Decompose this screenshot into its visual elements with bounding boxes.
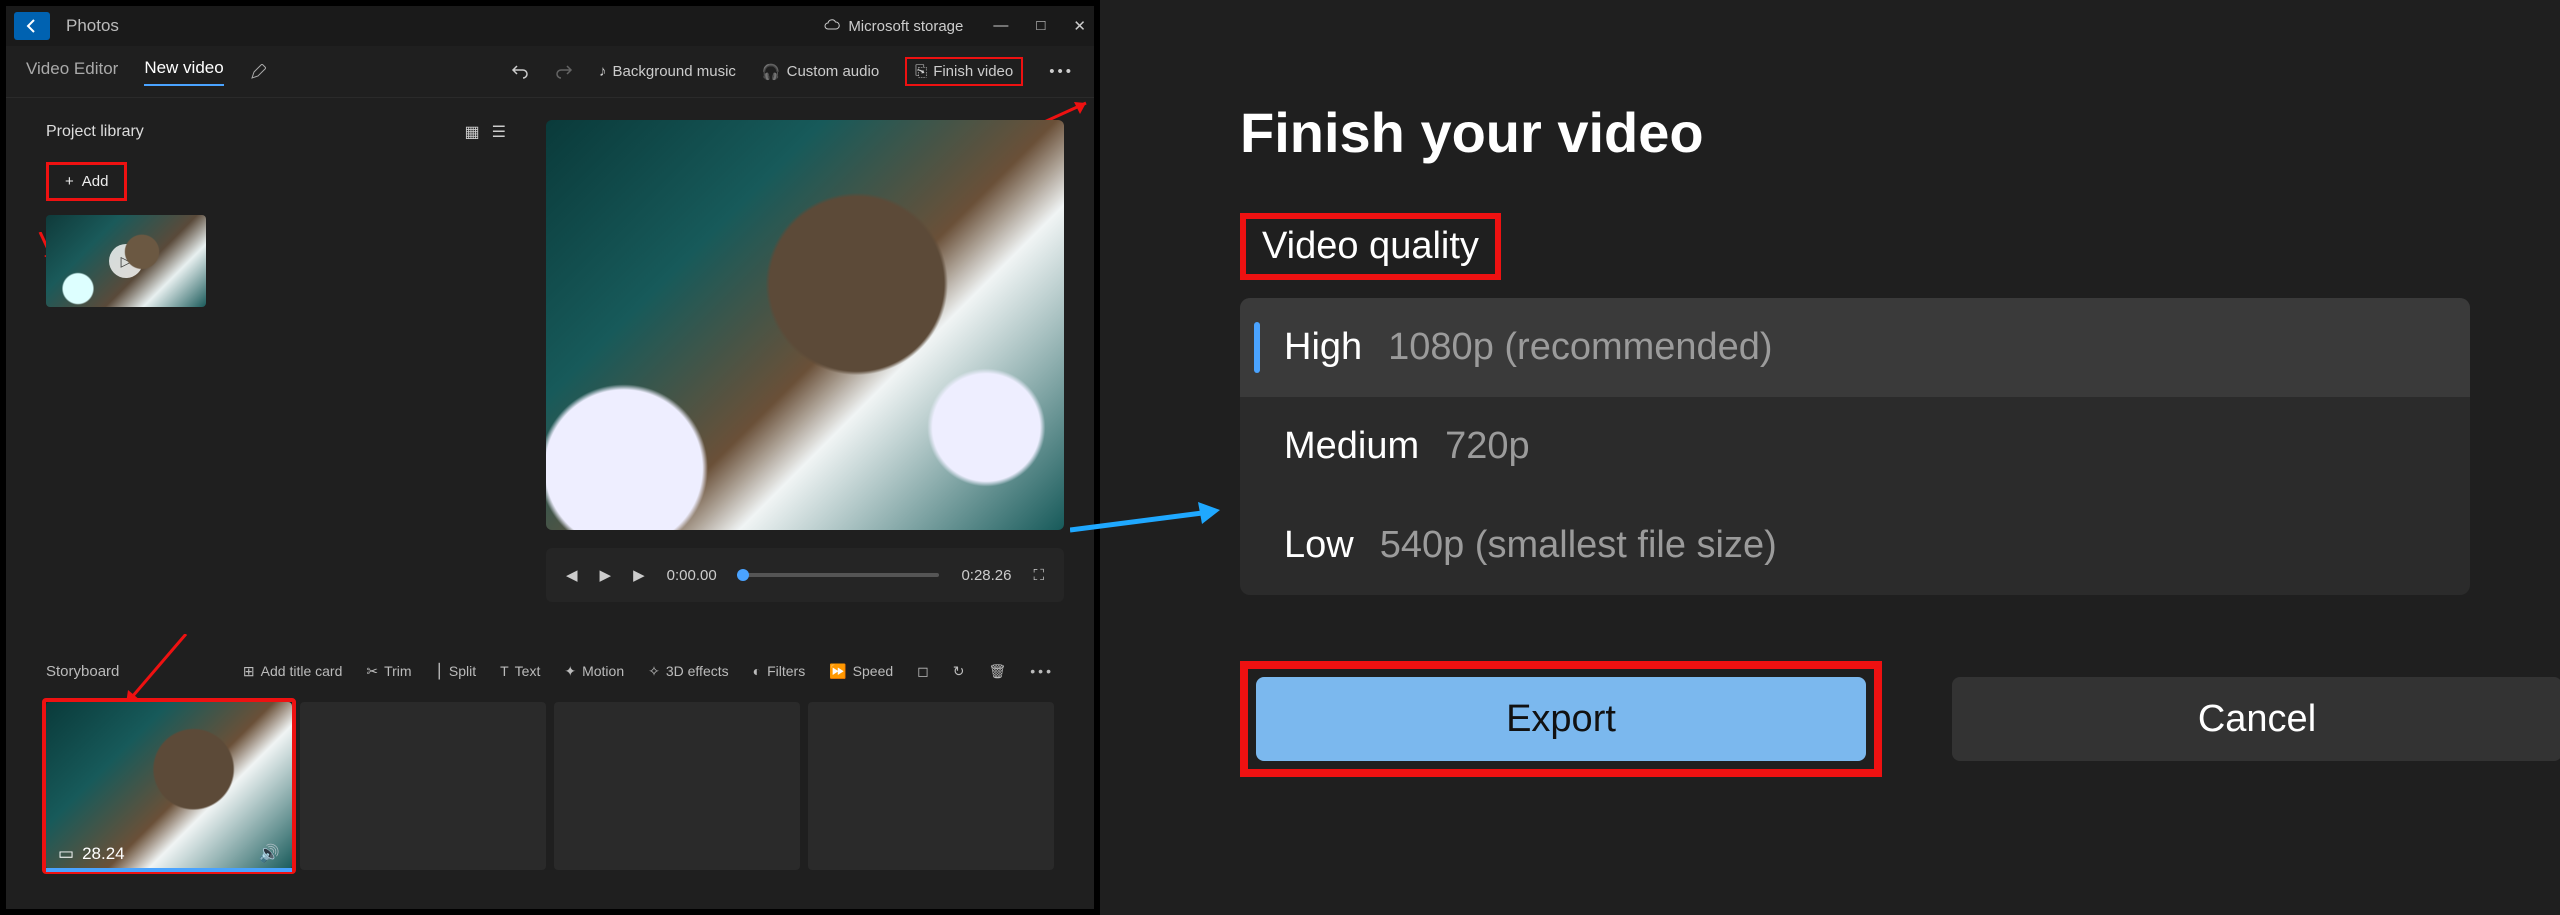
background-music-button[interactable]: ♪Background music (599, 63, 736, 80)
finish-video-button[interactable]: ⎘Finish video (905, 57, 1023, 86)
tab-bar: Video Editor New video ♪Background music… (6, 46, 1094, 98)
volume-icon[interactable]: 🔊 (259, 844, 280, 864)
time-current: 0:00.00 (667, 567, 717, 584)
rename-icon[interactable] (250, 64, 266, 80)
split-button[interactable]: ⎮ Split (436, 663, 477, 680)
rotate-button[interactable]: ↻ (953, 663, 965, 680)
storyboard-empty-slot[interactable] (300, 702, 546, 870)
quality-option-medium[interactable]: Medium 720p (1240, 397, 2470, 496)
plus-icon: + (65, 173, 74, 190)
storyboard-toolbar: Storyboard ⊞ Add title card ✂ Trim ⎮ Spl… (6, 648, 1094, 694)
play-button[interactable]: ▶ (600, 566, 612, 584)
player-controls: ◀ ▶ ▶ 0:00.00 0:28.26 ⛶ (546, 548, 1064, 602)
photos-video-editor: Photos Microsoft storage — □ ✕ Video Edi… (0, 0, 1100, 915)
add-title-card-button[interactable]: ⊞ Add title card (243, 663, 342, 680)
titlebar: Photos Microsoft storage — □ ✕ (6, 6, 1094, 46)
cloud-icon (824, 18, 840, 34)
fullscreen-button[interactable]: ⛶ (1033, 567, 1044, 584)
library-clip-thumbnail[interactable]: ▷ (46, 215, 206, 307)
delete-button[interactable]: 🗑 (989, 663, 1007, 680)
motion-button[interactable]: ✦ Motion (564, 663, 624, 680)
grid-view-icon[interactable]: ▦ (465, 122, 480, 142)
more-button[interactable]: ••• (1049, 63, 1074, 80)
trim-button[interactable]: ✂ Trim (366, 663, 411, 680)
quality-option-high[interactable]: High 1080p (recommended) (1240, 298, 2470, 397)
play-icon: ▷ (109, 244, 143, 278)
storyboard-clip[interactable]: ▭ 28.24 🔊 (46, 702, 292, 870)
text-button[interactable]: T Text (500, 663, 540, 679)
back-button[interactable] (14, 12, 50, 40)
video-quality-label: Video quality (1246, 219, 1495, 274)
storyboard-label: Storyboard (46, 663, 119, 680)
cancel-button[interactable]: Cancel (1952, 677, 2560, 761)
dialog-title: Finish your video (1240, 100, 2560, 165)
annotation-arrow-icon (1070, 500, 1230, 540)
clip-duration: 28.24 (82, 844, 125, 864)
list-view-icon[interactable]: ☰ (492, 122, 506, 142)
finish-video-dialog: Finish your video Video quality High 108… (1100, 0, 2560, 915)
project-library-panel: Project library ▦ ☰ + Add ▷ (6, 98, 546, 648)
storyboard-empty-slot[interactable] (808, 702, 1054, 870)
quality-option-low[interactable]: Low 540p (smallest file size) (1240, 496, 2470, 595)
aspect-icon: ▭ (58, 844, 74, 864)
storage-indicator[interactable]: Microsoft storage (824, 18, 963, 35)
preview-panel: ◀ ▶ ▶ 0:00.00 0:28.26 ⛶ (546, 98, 1094, 648)
undo-button[interactable] (511, 63, 529, 81)
project-library-title: Project library (46, 123, 144, 141)
quality-options-list: High 1080p (recommended) Medium 720p Low… (1240, 298, 2470, 595)
storyboard-more-button[interactable]: ••• (1030, 663, 1054, 679)
crop-button[interactable]: ◻ (917, 663, 929, 680)
seek-bar[interactable] (739, 573, 940, 577)
prev-frame-button[interactable]: ◀ (566, 566, 578, 584)
add-media-button[interactable]: + Add (51, 167, 122, 196)
redo-button[interactable] (555, 63, 573, 81)
tab-video-editor[interactable]: Video Editor (26, 59, 118, 85)
minimize-button[interactable]: — (993, 17, 1008, 35)
arrow-left-icon (24, 18, 40, 34)
app-title: Photos (66, 16, 119, 36)
3d-effects-button[interactable]: ✧ 3D effects (648, 663, 729, 680)
maximize-button[interactable]: □ (1036, 17, 1045, 35)
custom-audio-button[interactable]: 🎧Custom audio (762, 63, 879, 81)
tab-new-video[interactable]: New video (144, 58, 223, 86)
storyboard-clips: ▭ 28.24 🔊 (6, 694, 1094, 870)
filters-button[interactable]: ◐ Filters (753, 663, 806, 679)
storyboard-empty-slot[interactable] (554, 702, 800, 870)
next-frame-button[interactable]: ▶ (633, 566, 645, 584)
close-button[interactable]: ✕ (1073, 17, 1086, 35)
time-total: 0:28.26 (961, 567, 1011, 584)
speed-button[interactable]: ⏩ Speed (829, 663, 893, 680)
video-preview[interactable] (546, 120, 1064, 530)
export-button[interactable]: Export (1256, 677, 1866, 761)
